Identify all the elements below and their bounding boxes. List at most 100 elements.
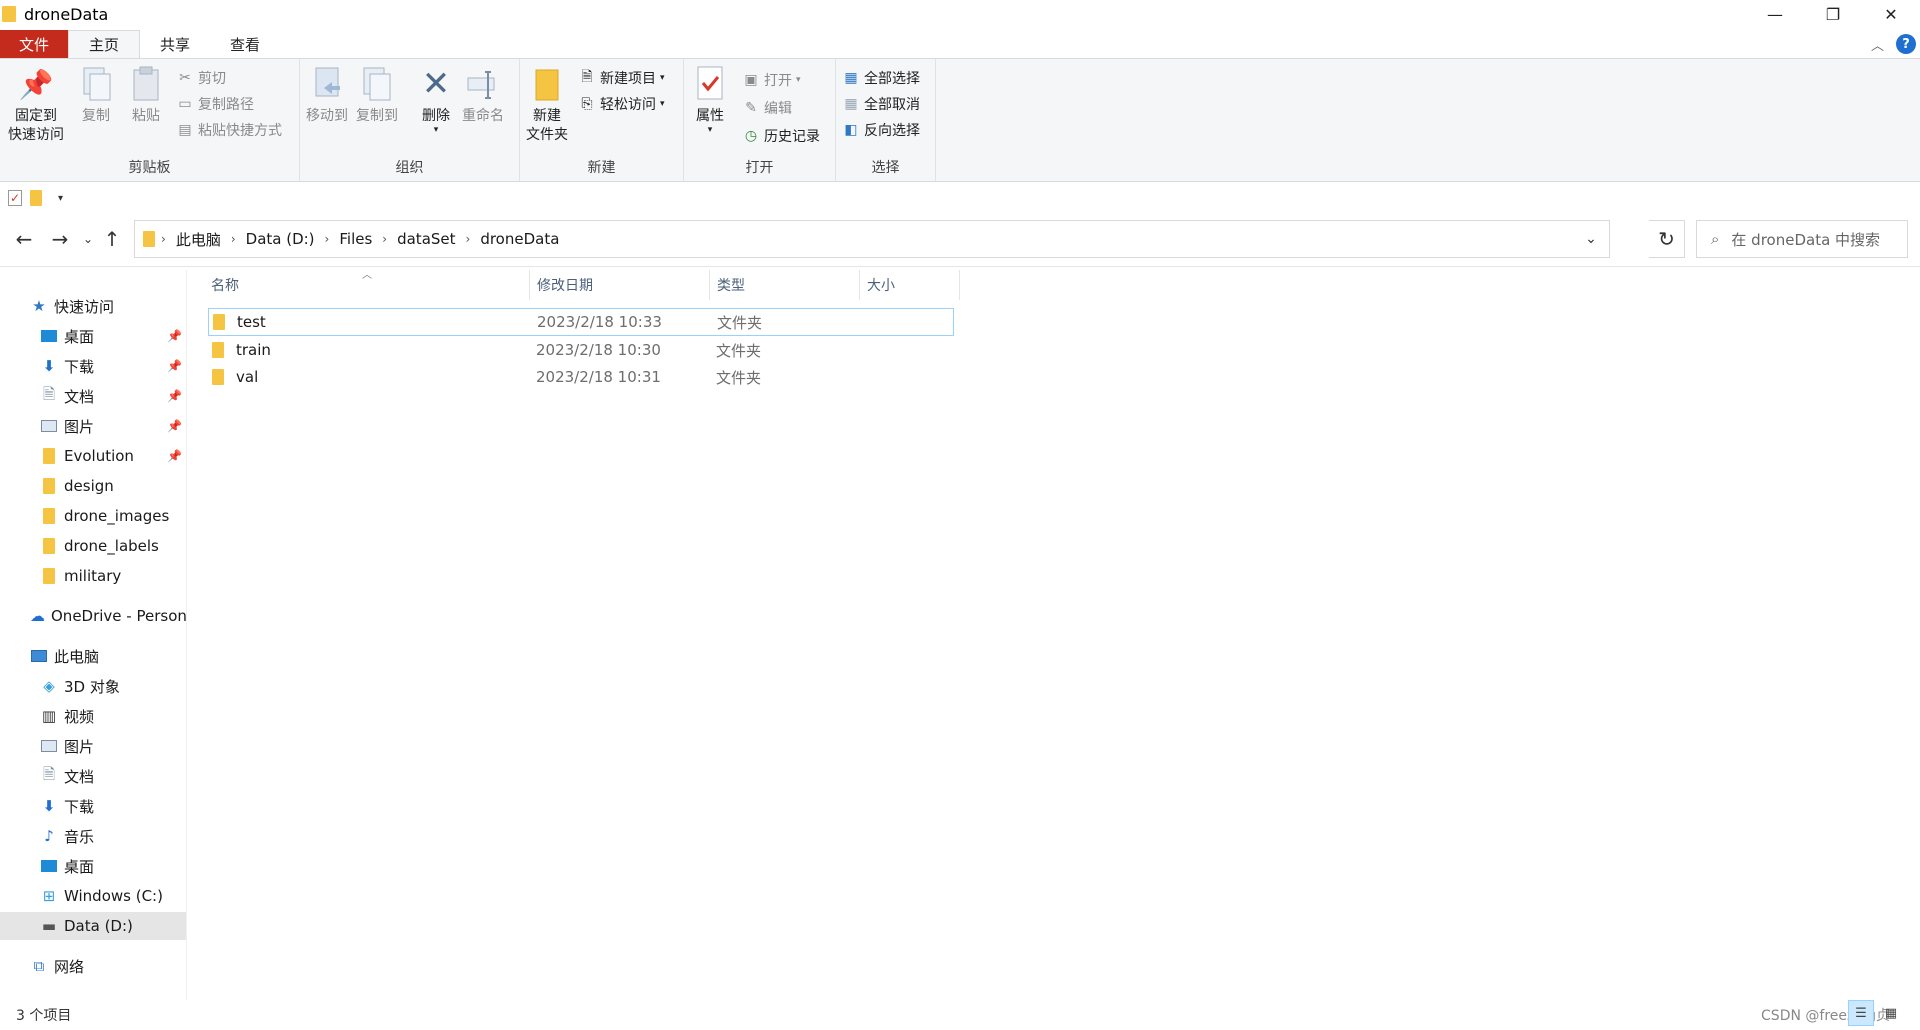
copy-to-button[interactable]: 复制到 [356,65,398,126]
sidebar-item-pc-desktop[interactable]: 桌面 [0,852,186,880]
breadcrumb-chevron-icon[interactable]: › [382,232,387,246]
cut-button[interactable]: ✂ 剪切 [176,67,226,89]
maximize-button[interactable]: ❐ [1804,0,1862,28]
breadcrumb-chevron-icon[interactable]: › [466,232,471,246]
tab-view[interactable]: 查看 [210,30,280,58]
sidebar-item-data-d[interactable]: ▬ Data (D:) [0,912,186,940]
sidebar-item-label: 下载 [64,797,95,816]
column-header-type[interactable]: 类型 [710,270,860,300]
sidebar-item-windows-c[interactable]: ⊞ Windows (C:) [0,882,186,910]
address-bar[interactable]: › 此电脑 › Data (D:) › Files › dataSet › dr… [134,220,1610,258]
delete-button[interactable]: ✕ 删除 ▾ [418,65,454,135]
forward-arrow-icon[interactable]: → [42,221,78,257]
sidebar-item-label: 视频 [64,707,95,726]
move-to-button[interactable]: 移动到 [306,65,348,126]
new-folder-qat-icon[interactable] [30,190,42,206]
breadcrumb-chevron-icon[interactable]: › [231,232,236,246]
paste-shortcut-button[interactable]: ▤ 粘贴快捷方式 [176,119,282,141]
invert-selection-button[interactable]: ◧ 反向选择 [842,119,920,141]
quick-access-toolbar: ✓ ▾ [0,184,63,212]
search-box[interactable]: ⌕ 在 droneData 中搜索 [1696,220,1908,258]
pin-icon[interactable]: 📌 [167,419,182,433]
column-header-date[interactable]: 修改日期 [530,270,710,300]
sidebar-item-pictures[interactable]: 图片 📌 [0,412,186,440]
new-item-icon: 🗎 [581,69,593,85]
breadcrumb-data-d[interactable]: Data (D:) [246,230,315,248]
breadcrumb-files[interactable]: Files [339,230,372,248]
copy-path-button[interactable]: ▭ 复制路径 [176,93,254,115]
download-arrow-icon: ⬇ [42,797,56,815]
sidebar-item-network[interactable]: ⧉ 网络 [0,952,186,980]
sidebar-item-design[interactable]: design [0,472,186,500]
breadcrumb-chevron-icon[interactable]: › [325,232,330,246]
new-item-button[interactable]: 🗎 新建项目 ▾ [578,67,664,89]
sidebar-item-documents[interactable]: 🗎 文档 📌 [0,382,186,410]
sidebar-item-3d-objects[interactable]: ◈ 3D 对象 [0,672,186,700]
tab-home[interactable]: 主页 [68,30,141,58]
select-all-button[interactable]: ▦ 全部选择 [842,67,920,89]
copy-button[interactable]: 复制 [78,65,114,126]
pin-quick-access-button[interactable]: 📌 固定到 快速访问 [8,65,64,145]
open-button[interactable]: ▣ 打开 ▾ [742,69,800,91]
clipboard-group-label: 剪贴板 [128,160,171,176]
sidebar-item-desktop[interactable]: 桌面 📌 [0,322,186,350]
sidebar-item-pc-documents[interactable]: 🗎 文档 [0,762,186,790]
table-row[interactable]: test 2023/2/18 10:33 文件夹 [208,308,954,336]
sidebar-item-evolution[interactable]: Evolution 📌 [0,442,186,470]
breadcrumb-this-pc[interactable]: 此电脑 [176,229,221,250]
sidebar-item-label: 图片 [64,737,95,756]
sidebar-item-pc-pictures[interactable]: 图片 [0,732,186,760]
sidebar-item-this-pc[interactable]: 此电脑 [0,642,186,670]
pin-icon[interactable]: 📌 [167,449,182,463]
tab-share[interactable]: 共享 [140,30,210,58]
view-toggle: ☰ ▦ [1848,1000,1904,1026]
properties-checkbox-icon[interactable]: ✓ [8,190,22,206]
sidebar-item-music[interactable]: ♪ 音乐 [0,822,186,850]
properties-button[interactable]: 属性 ▾ [692,65,728,135]
sidebar-item-drone-images[interactable]: drone_images [0,502,186,530]
help-icon[interactable]: ? [1896,34,1916,54]
table-row[interactable]: val 2023/2/18 10:31 文件夹 [208,363,954,391]
search-icon: ⌕ [1711,230,1720,248]
select-none-button[interactable]: ▦ 全部取消 [842,93,920,115]
column-header-size[interactable]: 大小 [860,270,960,300]
computer-icon [30,647,48,665]
edit-icon: ✎ [745,100,757,116]
pin-icon[interactable]: 📌 [167,389,182,403]
close-button[interactable]: ✕ [1862,0,1920,28]
history-button[interactable]: ◷ 历史记录 [742,125,820,147]
pin-icon[interactable]: 📌 [167,329,182,343]
breadcrumb-dronedata[interactable]: droneData [480,230,559,248]
document-icon: 🗎 [42,384,56,403]
paste-button[interactable]: 粘贴 [128,65,164,126]
file-name: test [237,313,266,331]
back-arrow-icon[interactable]: ← [6,221,42,257]
edit-button[interactable]: ✎ 编辑 [742,97,792,119]
sidebar-item-quick-access[interactable]: ★ 快速访问 [0,292,186,320]
new-folder-button[interactable]: 新建 文件夹 [526,65,568,145]
rename-button[interactable]: 重命名 [462,65,504,126]
customize-qat-icon[interactable]: ▾ [58,193,63,204]
sidebar-item-videos[interactable]: ▥ 视频 [0,702,186,730]
sidebar-item-drone-labels[interactable]: drone_labels [0,532,186,560]
tab-file[interactable]: 文件 [0,30,68,58]
up-arrow-icon[interactable]: ↑ [98,221,126,257]
sidebar-item-onedrive[interactable]: ☁ OneDrive - Person [0,602,186,630]
address-dropdown-icon[interactable]: ⌄ [1573,221,1609,257]
table-row[interactable]: train 2023/2/18 10:30 文件夹 [208,336,954,364]
details-view-icon[interactable]: ☰ [1848,1000,1874,1026]
large-icons-view-icon[interactable]: ▦ [1878,1000,1904,1026]
breadcrumb-dataset[interactable]: dataSet [397,230,455,248]
refresh-icon[interactable]: ↻ [1649,220,1685,258]
sidebar-item-downloads[interactable]: ⬇ 下载 📌 [0,352,186,380]
properties-label: 属性 [696,108,724,124]
breadcrumb-chevron-icon[interactable]: › [161,232,166,246]
minimize-button[interactable]: — [1746,0,1804,28]
collapse-ribbon-icon[interactable]: ︿ [1871,35,1884,54]
column-header-name[interactable]: 名称 [204,270,530,300]
recent-locations-icon[interactable]: ⌄ [78,221,98,257]
easy-access-button[interactable]: ⎘ 轻松访问 ▾ [578,93,664,115]
sidebar-item-military[interactable]: military [0,562,186,590]
sidebar-item-pc-downloads[interactable]: ⬇ 下载 [0,792,186,820]
pin-icon[interactable]: 📌 [167,359,182,373]
